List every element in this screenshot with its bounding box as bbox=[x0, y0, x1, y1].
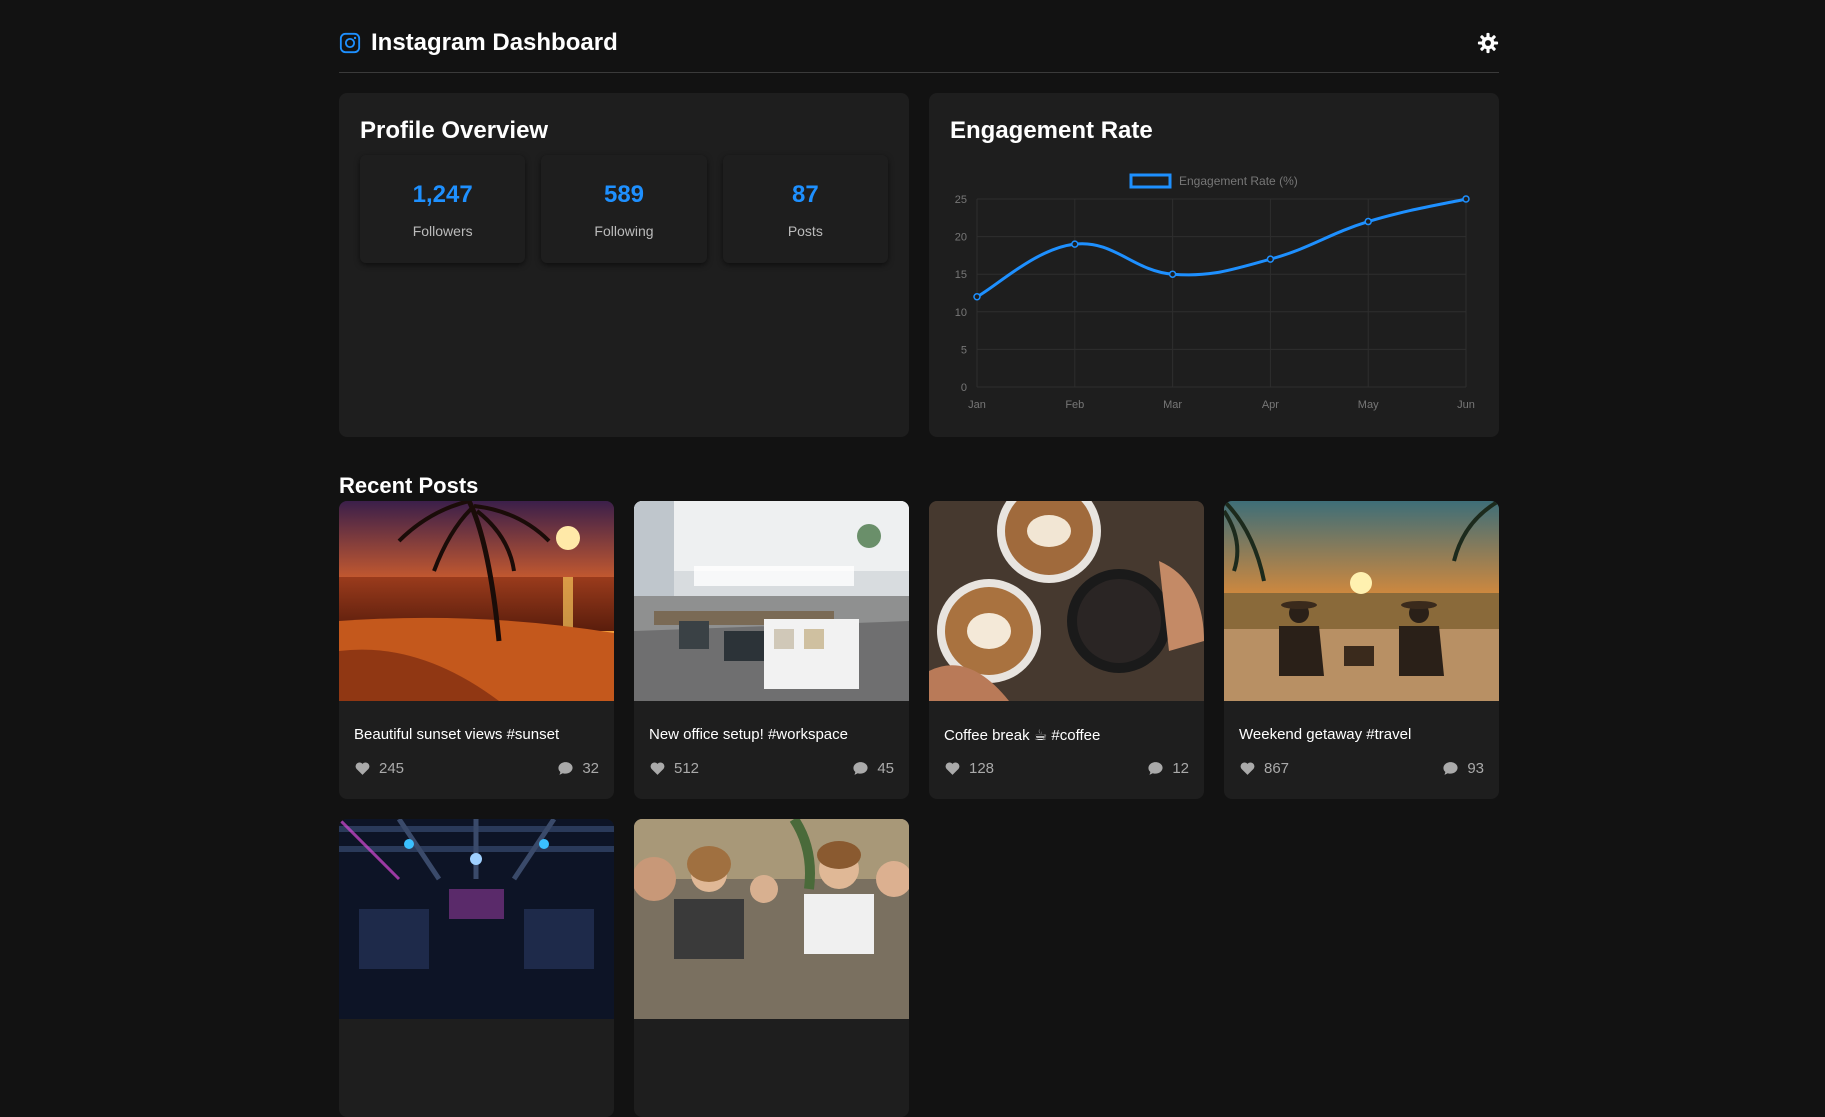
comments-count: 93 bbox=[1467, 760, 1484, 777]
post-meta: 867 93 bbox=[1239, 760, 1484, 777]
stat-value: 87 bbox=[791, 181, 819, 208]
post-card[interactable] bbox=[339, 819, 614, 1117]
stat-value: 589 bbox=[603, 181, 645, 208]
post-meta: 128 12 bbox=[944, 760, 1189, 777]
dashboard: Instagram Dashboard Profile Overview 1,2… bbox=[339, 0, 1499, 1117]
post-meta: 245 32 bbox=[354, 760, 599, 777]
post-card[interactable]: Coffee break ☕ #coffee 128 12 bbox=[929, 501, 1204, 799]
comment-icon bbox=[1148, 762, 1163, 775]
likes[interactable]: 245 bbox=[354, 760, 404, 777]
x-tick-label: Apr bbox=[1262, 399, 1279, 411]
comment-icon bbox=[558, 762, 573, 775]
likes[interactable]: 128 bbox=[944, 760, 994, 777]
comments[interactable]: 93 bbox=[1442, 760, 1484, 777]
engagement-card: Engagement Rate 0 5 10 15 20 25 Jan Feb Mar Apr Ma… bbox=[929, 93, 1499, 437]
post-card[interactable]: New office setup! #workspace 512 45 bbox=[634, 501, 909, 799]
y-tick-label: 25 bbox=[955, 194, 967, 206]
post-body: Weekend getaway #travel 867 93 bbox=[1224, 701, 1499, 792]
legend-swatch bbox=[1129, 173, 1172, 189]
post-body bbox=[339, 1019, 614, 1079]
sunset-beach-photo bbox=[339, 501, 614, 701]
event-stage-photo bbox=[339, 819, 614, 1019]
data-point bbox=[1364, 217, 1372, 226]
comments-count: 32 bbox=[582, 760, 599, 777]
comments-count: 45 bbox=[877, 760, 894, 777]
posts-grid: Beautiful sunset views #sunset 245 32 Ne… bbox=[339, 501, 1499, 1117]
y-tick-label: 0 bbox=[961, 382, 967, 394]
likes-count: 245 bbox=[379, 760, 405, 777]
heart-icon bbox=[650, 762, 665, 775]
brand: Instagram Dashboard bbox=[339, 29, 618, 57]
office-photo bbox=[634, 501, 909, 701]
y-tick-label: 10 bbox=[955, 307, 967, 319]
likes[interactable]: 867 bbox=[1239, 760, 1289, 777]
engagement-chart: 0 5 10 15 20 25 Jan Feb Mar Apr May Jun Engagement R… bbox=[929, 93, 1499, 437]
likes-count: 867 bbox=[1264, 760, 1290, 777]
y-tick-label: 5 bbox=[961, 344, 967, 356]
y-tick-label: 15 bbox=[955, 269, 967, 281]
post-caption: Beautiful sunset views #sunset bbox=[354, 726, 560, 743]
engagement-chart-svg: 0 5 10 15 20 25 Jan Feb Mar Apr May Jun Engagement R… bbox=[955, 173, 1475, 411]
comments[interactable]: 32 bbox=[557, 760, 599, 777]
profile-overview-card: Profile Overview 1,247 Followers 589 Fol… bbox=[339, 93, 909, 437]
data-point bbox=[1462, 195, 1470, 203]
stat-posts: 87 Posts bbox=[722, 155, 888, 263]
coffee-photo bbox=[929, 501, 1204, 701]
post-card[interactable] bbox=[634, 819, 909, 1117]
series-line bbox=[976, 197, 1467, 299]
post-body: Beautiful sunset views #sunset 245 32 bbox=[339, 701, 614, 792]
profile-overview-title: Profile Overview bbox=[360, 117, 549, 144]
data-point bbox=[973, 293, 981, 301]
post-caption: Coffee break ☕ #coffee bbox=[944, 727, 1101, 744]
likes-count: 128 bbox=[969, 760, 995, 777]
heart-icon bbox=[1240, 762, 1255, 775]
data-point bbox=[1266, 255, 1275, 263]
y-tick-label: 20 bbox=[955, 232, 967, 244]
x-tick-label: Jan bbox=[968, 399, 986, 411]
x-tick-label: Jun bbox=[1457, 399, 1475, 411]
heart-icon bbox=[945, 762, 960, 775]
x-tick-label: May bbox=[1358, 399, 1379, 411]
post-caption: New office setup! #workspace bbox=[649, 726, 848, 743]
post-body bbox=[634, 1019, 909, 1079]
post-body: New office setup! #workspace 512 45 bbox=[634, 701, 909, 792]
likes[interactable]: 512 bbox=[649, 760, 699, 777]
stat-label: Posts bbox=[787, 223, 823, 239]
comments[interactable]: 45 bbox=[852, 760, 894, 777]
group-photo bbox=[634, 819, 909, 1019]
stat-label: Followers bbox=[412, 223, 473, 239]
comments-count: 12 bbox=[1172, 760, 1189, 777]
comment-icon bbox=[1443, 762, 1458, 775]
post-body: Coffee break ☕ #coffee 128 12 bbox=[929, 701, 1204, 792]
post-caption bbox=[354, 1044, 599, 1064]
data-point bbox=[1071, 240, 1079, 248]
beach-getaway-photo bbox=[1224, 501, 1499, 701]
comments[interactable]: 12 bbox=[1147, 760, 1189, 777]
x-tick-label: Feb bbox=[1065, 399, 1084, 411]
stat-following: 589 Following bbox=[541, 155, 707, 263]
post-caption bbox=[649, 1044, 894, 1064]
x-tick-label: Mar bbox=[1163, 399, 1182, 411]
data-point bbox=[1168, 270, 1177, 278]
stat-label: Following bbox=[594, 223, 654, 239]
post-card[interactable]: Weekend getaway #travel 867 93 bbox=[1224, 501, 1499, 799]
overview-row: Profile Overview 1,247 Followers 589 Fol… bbox=[339, 93, 1499, 437]
recent-posts-title: Recent Posts bbox=[339, 473, 479, 498]
profile-stats: 1,247 Followers 589 Following 87 Posts bbox=[360, 155, 888, 263]
post-card[interactable]: Beautiful sunset views #sunset 245 32 bbox=[339, 501, 614, 799]
stat-value: 1,247 bbox=[412, 181, 473, 208]
instagram-icon bbox=[339, 32, 361, 54]
gear-icon[interactable] bbox=[1477, 32, 1499, 54]
legend-label: Engagement Rate (%) bbox=[1179, 174, 1298, 188]
header: Instagram Dashboard bbox=[339, 0, 1499, 73]
post-caption: Weekend getaway #travel bbox=[1239, 726, 1412, 743]
stat-followers: 1,247 Followers bbox=[360, 155, 526, 263]
page-title: Instagram Dashboard bbox=[371, 29, 618, 56]
likes-count: 512 bbox=[674, 760, 700, 777]
comment-icon bbox=[853, 762, 868, 775]
heart-icon bbox=[355, 762, 370, 775]
post-meta: 512 45 bbox=[649, 760, 894, 777]
